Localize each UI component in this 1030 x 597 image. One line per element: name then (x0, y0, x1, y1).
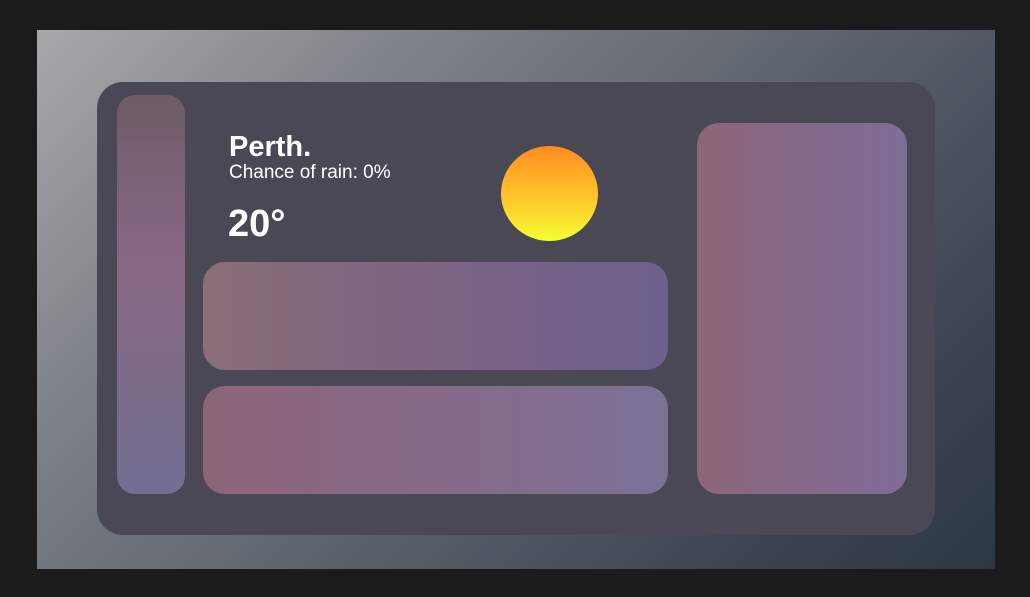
weather-app-window: Perth. Chance of rain: 0% 20° (97, 82, 935, 535)
city-name: Perth. (229, 131, 312, 163)
temperature: 20° (228, 203, 286, 245)
side-panel-card[interactable] (697, 123, 907, 494)
sun-icon (501, 146, 598, 241)
desktop-background: Perth. Chance of rain: 0% 20° (37, 30, 995, 569)
sidebar[interactable] (117, 95, 185, 494)
forecast-card-top[interactable] (203, 262, 668, 370)
forecast-card-bottom[interactable] (203, 386, 668, 494)
chance-of-rain: Chance of rain: 0% (229, 162, 391, 183)
